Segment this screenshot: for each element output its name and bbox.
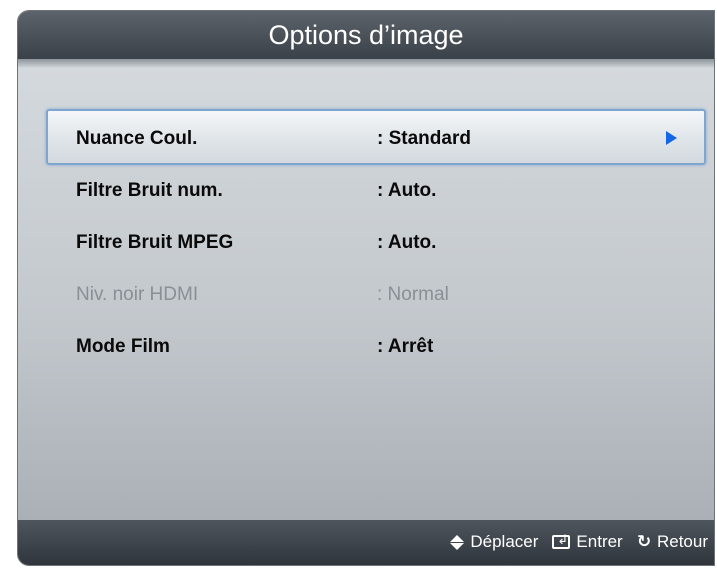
menu-item-value: : Standard: [377, 128, 471, 149]
menu-item-nuance-coul[interactable]: Nuance Coul. : Standard: [46, 109, 706, 165]
menu-item-niv-noir-hdmi: Niv. noir HDMI : Normal: [46, 269, 706, 321]
right-triangle-icon[interactable]: [666, 131, 677, 145]
hint-move: Déplacer: [450, 532, 538, 552]
key-hints: Déplacer Entrer ↺ Retour: [436, 532, 708, 552]
menu-item-label: Mode Film: [76, 336, 170, 357]
menu-item-value: : Arrêt: [377, 336, 434, 357]
menu-item-value: : Auto.: [377, 232, 437, 253]
hint-back-label: Retour: [656, 532, 708, 551]
menu-item-label: Nuance Coul.: [76, 128, 198, 149]
title-bar: Options d’image: [18, 11, 714, 67]
up-down-icon: [450, 534, 465, 550]
menu-item-filtre-bruit-mpeg[interactable]: Filtre Bruit MPEG : Auto.: [46, 217, 706, 269]
menu-item-label: Niv. noir HDMI: [76, 284, 199, 305]
enter-icon: [552, 532, 571, 549]
menu-item-label: Filtre Bruit num.: [76, 180, 223, 201]
return-icon: ↺: [636, 532, 651, 551]
footer-hint-bar: Déplacer Entrer ↺ Retour: [18, 520, 714, 565]
options-menu: Nuance Coul. : Standard Filtre Bruit num…: [46, 109, 706, 373]
hint-back: ↺ Retour: [637, 532, 708, 552]
menu-item-value: : Normal: [377, 284, 449, 305]
content-area: Nuance Coul. : Standard Filtre Bruit num…: [18, 67, 714, 520]
menu-item-value: : Auto.: [377, 180, 437, 201]
menu-item-filtre-bruit-num[interactable]: Filtre Bruit num. : Auto.: [46, 165, 706, 217]
menu-item-label: Filtre Bruit MPEG: [76, 232, 234, 253]
window-title: Options d’image: [268, 20, 464, 50]
menu-item-mode-film[interactable]: Mode Film : Arrêt: [46, 321, 706, 373]
hint-enter-label: Entrer: [576, 532, 623, 551]
picture-options-window: Options d’image Nuance Coul. : Standard …: [17, 10, 715, 566]
hint-move-label: Déplacer: [470, 532, 539, 551]
hint-enter: Entrer: [552, 532, 623, 552]
